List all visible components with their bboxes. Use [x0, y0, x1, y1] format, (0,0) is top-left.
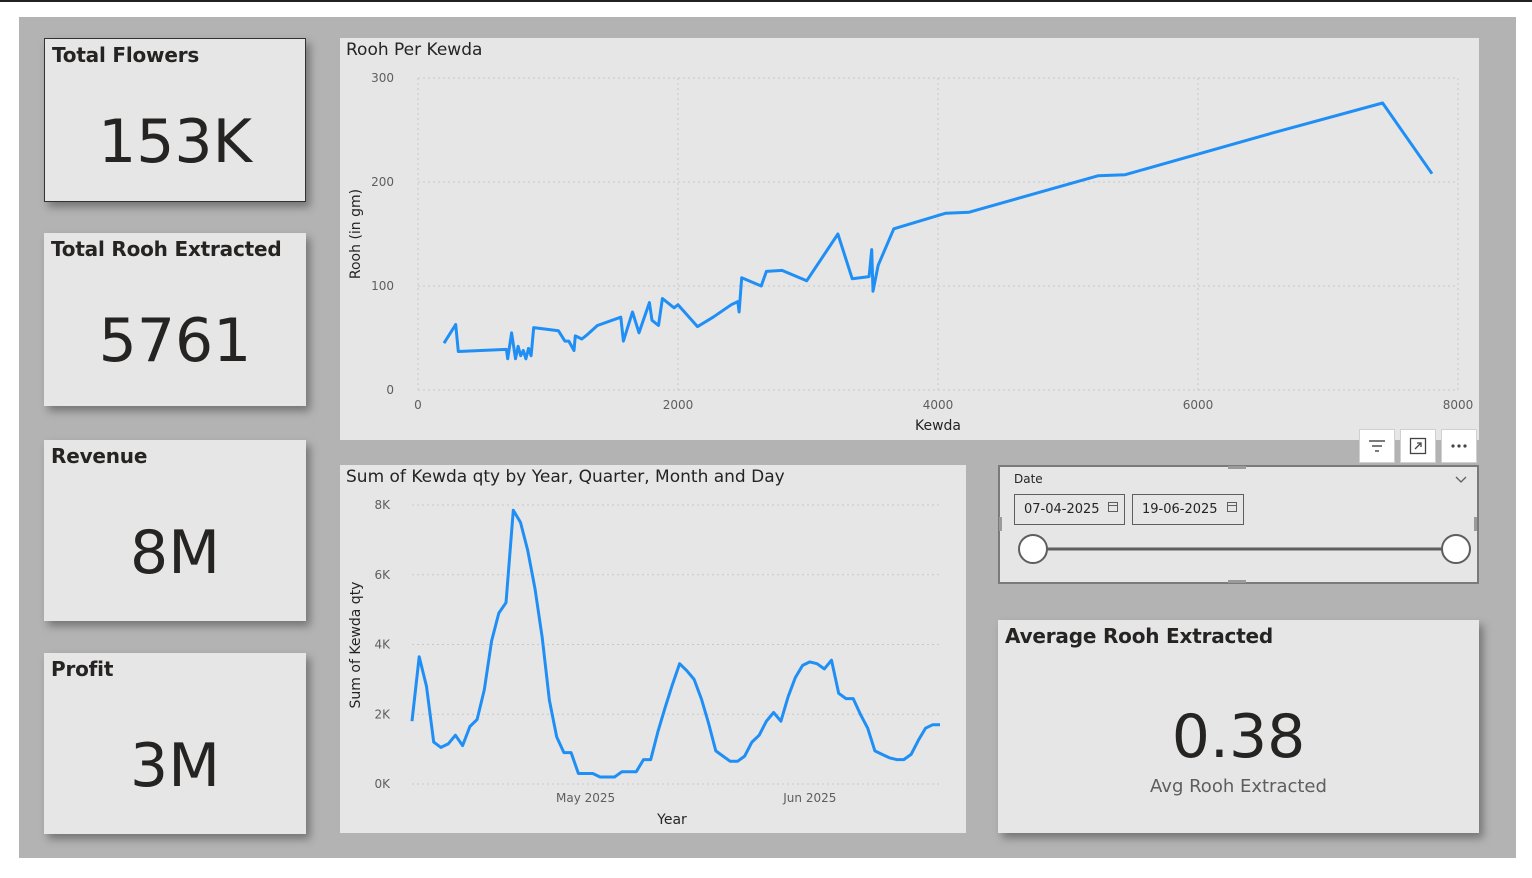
profit-value: 3M [130, 731, 220, 801]
resize-handle-bottom[interactable] [1228, 580, 1246, 583]
series-line [442, 101, 1434, 361]
x-axis-title: Year [656, 812, 687, 828]
average-rooh-value: 0.38 [1171, 702, 1306, 772]
average-rooh-label: Average Rooh Extracted [1005, 624, 1274, 648]
calendar-icon[interactable] [1108, 502, 1118, 512]
y-tick-label: 300 [371, 71, 394, 85]
total-rooh-label: Total Rooh Extracted [51, 237, 282, 261]
total-rooh-value: 5761 [98, 306, 252, 376]
window-top-border [0, 0, 1532, 2]
y-tick-label: 200 [371, 175, 394, 189]
slider-start-handle[interactable] [1018, 534, 1048, 564]
x-tick-label: 8000 [1443, 398, 1474, 412]
y-tick-label: 2K [374, 707, 391, 721]
total-flowers-label: Total Flowers [52, 43, 200, 67]
more-options-icon [1451, 444, 1467, 448]
date-slicer[interactable]: Date 07-04-2025 19-06-2025 [998, 465, 1479, 584]
total-flowers-card[interactable]: Total Flowers 153K [44, 38, 306, 202]
date-range-slider[interactable] [1000, 527, 1477, 567]
y-tick-label: 100 [371, 279, 394, 293]
average-rooh-card[interactable]: Average Rooh Extracted 0.38 Avg Rooh Ext… [998, 620, 1479, 833]
y-tick-label: 8K [374, 498, 391, 512]
y-tick-label: 0K [374, 777, 391, 791]
calendar-icon[interactable] [1227, 502, 1237, 512]
filter-button[interactable] [1359, 429, 1395, 463]
end-date-input[interactable]: 19-06-2025 [1132, 494, 1244, 525]
rooh-per-kewda-chart[interactable]: Rooh Per Kewda 0 100 200 300 0 2000 4000 6000 80… [340, 38, 1479, 440]
kewda-qty-svg: 0K 2K 4K 6K 8K May 2025 Jun 2025 Year Sum of K… [348, 498, 940, 828]
slicer-label: Date [1014, 472, 1043, 486]
chevron-down-icon[interactable] [1455, 476, 1467, 484]
x-tick-label: 0 [414, 398, 422, 412]
y-tick-label: 6K [374, 568, 391, 582]
series-line [410, 508, 940, 779]
resize-handle-top[interactable] [1228, 466, 1246, 469]
x-tick-label: 4000 [923, 398, 954, 412]
average-rooh-sublabel: Avg Rooh Extracted [1150, 776, 1327, 797]
y-axis-title: Rooh (in gm) [348, 189, 364, 279]
profit-label: Profit [51, 657, 114, 681]
x-axis-title: Kewda [915, 418, 961, 434]
revenue-value: 8M [130, 518, 220, 588]
focus-mode-icon [1409, 437, 1427, 455]
y-tick-label: 4K [374, 638, 391, 652]
start-date-input[interactable]: 07-04-2025 [1014, 494, 1125, 525]
x-tick-label: May 2025 [556, 791, 615, 805]
y-axis-title: Sum of Kewda qty [348, 582, 364, 709]
x-tick-label: 6000 [1183, 398, 1214, 412]
end-date-value: 19-06-2025 [1142, 502, 1218, 517]
kewda-qty-chart[interactable]: Sum of Kewda qty by Year, Quarter, Month… [340, 465, 966, 833]
revenue-label: Revenue [51, 444, 148, 468]
start-date-value: 07-04-2025 [1024, 502, 1100, 517]
total-rooh-card[interactable]: Total Rooh Extracted 5761 [44, 233, 306, 406]
slider-end-handle[interactable] [1441, 534, 1471, 564]
x-tick-label: 2000 [663, 398, 694, 412]
focus-mode-button[interactable] [1400, 429, 1436, 463]
revenue-card[interactable]: Revenue 8M [44, 440, 306, 621]
rooh-per-kewda-svg: 0 100 200 300 0 2000 4000 6000 8000 Kewda Rooh (… [348, 71, 1474, 434]
y-tick-label: 0 [386, 383, 394, 397]
filter-icon [1369, 440, 1385, 452]
x-tick-label: Jun 2025 [782, 791, 836, 805]
profit-card[interactable]: Profit 3M [44, 653, 306, 834]
more-options-button[interactable] [1441, 429, 1477, 463]
total-flowers-value: 153K [98, 107, 252, 177]
